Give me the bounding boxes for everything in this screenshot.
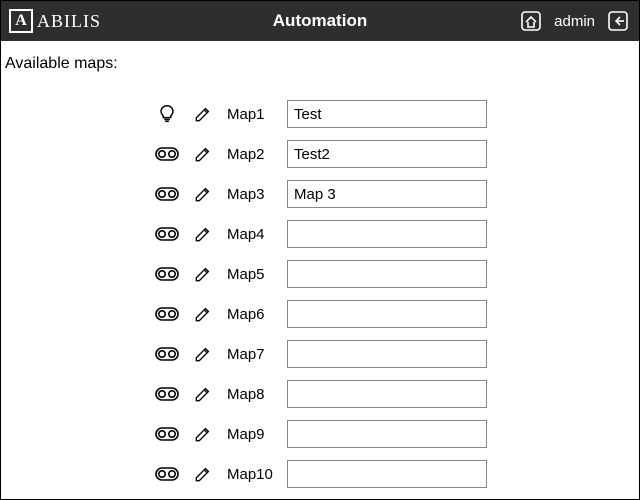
map-name-input[interactable] [287,100,487,128]
map-row: Map7 [155,339,631,369]
map-name-input[interactable] [287,260,487,288]
map-label: Map6 [227,306,275,323]
toggle-icon[interactable] [155,342,179,366]
toggle-icon[interactable] [155,222,179,246]
toggle-icon[interactable] [155,462,179,486]
pencil-icon[interactable] [191,302,215,326]
map-name-input[interactable] [287,140,487,168]
pencil-icon[interactable] [191,422,215,446]
map-name-input[interactable] [287,380,487,408]
map-row: Map5 [155,259,631,289]
map-label: Map1 [227,106,275,123]
map-label: Map7 [227,346,275,363]
section-label: Available maps: [5,55,631,73]
pencil-icon[interactable] [191,102,215,126]
logout-icon[interactable] [605,8,631,34]
map-label: Map10 [227,466,275,483]
map-row: Map4 [155,219,631,249]
toggle-icon[interactable] [155,262,179,286]
map-name-input[interactable] [287,180,487,208]
pencil-icon[interactable] [191,262,215,286]
map-row: Map1 [155,99,631,129]
logo[interactable]: A ABILIS [9,9,101,33]
map-name-input[interactable] [287,420,487,448]
map-label: Map9 [227,426,275,443]
map-name-input[interactable] [287,460,487,488]
map-label: Map3 [227,186,275,203]
header: A ABILIS Automation admin [1,1,639,41]
map-label: Map4 [227,226,275,243]
logo-mark-icon: A [9,9,33,33]
bulb-icon[interactable] [155,102,179,126]
map-row: Map2 [155,139,631,169]
pencil-icon[interactable] [191,462,215,486]
map-label: Map8 [227,386,275,403]
pencil-icon[interactable] [191,342,215,366]
pencil-icon[interactable] [191,182,215,206]
pencil-icon[interactable] [191,382,215,406]
toggle-icon[interactable] [155,382,179,406]
header-right: admin [518,8,631,34]
map-label: Map5 [227,266,275,283]
toggle-icon[interactable] [155,182,179,206]
maps-list: Map1 Map2 Map3 Map4 Map5 Map6 Map7 Map8 Map9 Map1… [5,99,631,489]
toggle-icon[interactable] [155,302,179,326]
map-name-input[interactable] [287,220,487,248]
pencil-icon[interactable] [191,222,215,246]
map-label: Map2 [227,146,275,163]
map-row: Map8 [155,379,631,409]
map-name-input[interactable] [287,300,487,328]
page-title: Automation [273,11,367,31]
map-row: Map10 [155,459,631,489]
toggle-icon[interactable] [155,422,179,446]
logo-text: ABILIS [37,11,101,32]
toggle-icon[interactable] [155,142,179,166]
pencil-icon[interactable] [191,142,215,166]
home-icon[interactable] [518,8,544,34]
content: Available maps: Map1 Map2 Map3 Map4 Map5 Map6… [1,41,639,497]
map-row: Map9 [155,419,631,449]
map-name-input[interactable] [287,340,487,368]
map-row: Map3 [155,179,631,209]
map-row: Map6 [155,299,631,329]
user-label: admin [554,13,595,30]
